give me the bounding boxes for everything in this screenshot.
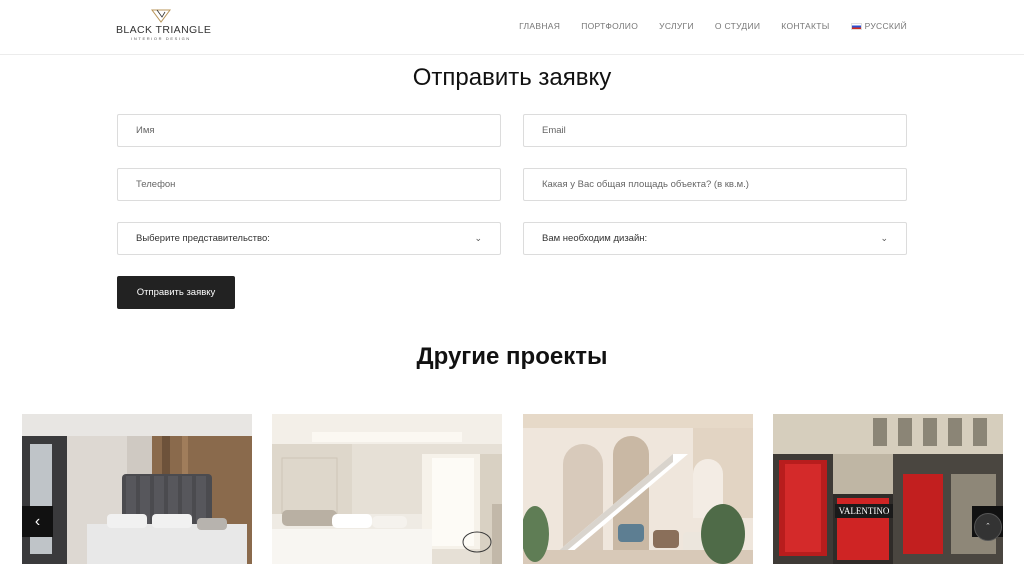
nav-about[interactable]: О СТУДИИ xyxy=(715,21,760,31)
language-label: РУССКИЙ xyxy=(864,21,907,31)
logo-name: BLACK TRIANGLE xyxy=(116,24,212,36)
logo[interactable]: BLACK TRIANGLE INTERIOR DESIGN xyxy=(116,9,212,45)
nav-services[interactable]: УСЛУГИ xyxy=(659,21,694,31)
main-nav: ГЛАВНАЯ ПОРТФОЛИО УСЛУГИ О СТУДИИ КОНТАК… xyxy=(498,21,907,31)
logo-subtitle: INTERIOR DESIGN xyxy=(131,36,191,41)
form-title: Отправить заявку xyxy=(412,64,612,91)
project-card-4[interactable]: VALENTINO xyxy=(773,414,1003,564)
design-select-value: Вам необходим дизайн: xyxy=(542,233,648,244)
site-header: BLACK TRIANGLE INTERIOR DESIGN ГЛАВНАЯ П… xyxy=(0,0,1024,55)
nav-home[interactable]: ГЛАВНАЯ xyxy=(519,21,560,31)
chevron-up-icon: ˆ xyxy=(986,522,990,532)
nav-portfolio[interactable]: ПОРТФОЛИО xyxy=(581,21,638,31)
project-image-boutique: VALENTINO xyxy=(773,414,1003,564)
projects-title: Другие проекты xyxy=(416,343,608,370)
valentino-sign: VALENTINO xyxy=(839,506,890,516)
scroll-to-top-button[interactable]: ˆ xyxy=(974,513,1002,541)
office-select[interactable]: Выберите представительство: ⌄ xyxy=(117,222,501,255)
language-switcher[interactable]: РУССКИЙ xyxy=(850,21,907,31)
project-image-bedroom-dark xyxy=(22,414,252,564)
name-placeholder: Имя xyxy=(136,125,155,136)
name-input[interactable]: Имя xyxy=(117,114,501,147)
nav-contacts[interactable]: КОНТАКТЫ xyxy=(781,21,829,31)
email-input[interactable]: Email xyxy=(523,114,907,147)
submit-button[interactable]: Отправить заявку xyxy=(117,276,235,309)
email-placeholder: Email xyxy=(542,125,566,136)
project-card-1[interactable] xyxy=(22,414,252,564)
project-image-staircase xyxy=(523,414,753,564)
phone-placeholder: Телефон xyxy=(136,179,176,190)
design-select[interactable]: Вам необходим дизайн: ⌄ xyxy=(523,222,907,255)
chevron-down-icon: ⌄ xyxy=(880,233,888,243)
area-placeholder: Какая у Вас общая площадь объекта? (в кв… xyxy=(542,179,749,190)
russian-flag-icon xyxy=(850,22,862,30)
prev-slide-button[interactable]: ‹ xyxy=(22,506,53,537)
triangle-logo-icon xyxy=(151,9,171,23)
phone-input[interactable]: Телефон xyxy=(117,168,501,201)
project-card-3[interactable] xyxy=(523,414,753,564)
chevron-down-icon: ⌄ xyxy=(474,233,482,243)
area-input[interactable]: Какая у Вас общая площадь объекта? (в кв… xyxy=(523,168,907,201)
project-image-bedroom-light xyxy=(272,414,502,564)
office-select-value: Выберите представительство: xyxy=(136,233,270,244)
project-card-2[interactable] xyxy=(272,414,502,564)
chevron-left-icon: ‹ xyxy=(34,512,41,530)
